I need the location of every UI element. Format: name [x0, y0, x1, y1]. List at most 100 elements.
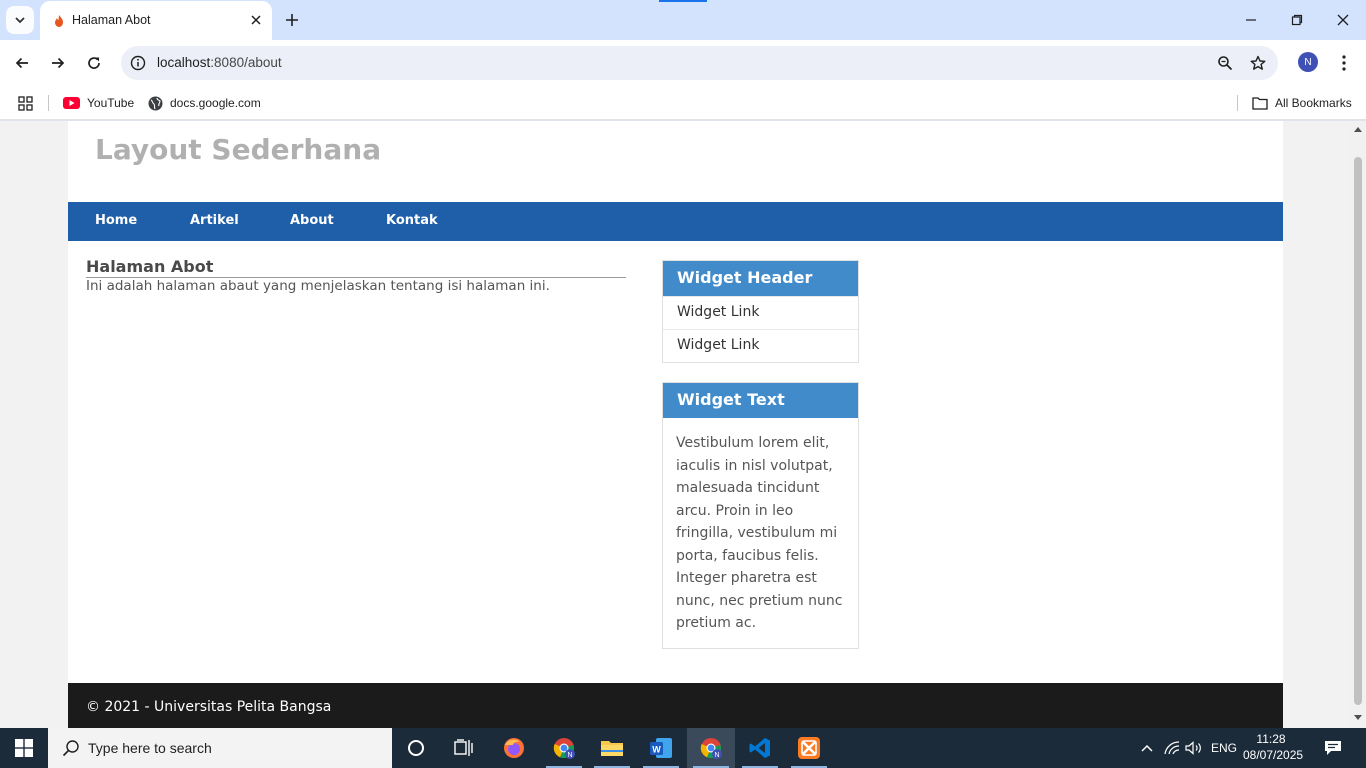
- clock-date: 08/07/2025: [1243, 748, 1304, 762]
- nav-artikel-link[interactable]: Artikel: [190, 213, 239, 228]
- task-view-button[interactable]: [440, 728, 488, 768]
- windows-taskbar: Type here to search N W N ENG 11:28 08/0…: [0, 728, 1366, 768]
- restore-button[interactable]: [1274, 0, 1320, 40]
- widget-links: Widget Header Widget Link Widget Link: [662, 260, 859, 363]
- arrow-left-icon: [15, 57, 28, 69]
- bookmarks-separator: [1237, 95, 1238, 111]
- notifications-button[interactable]: [1318, 728, 1348, 768]
- widget-text-body: Vestibulum lorem elit, iaculis in nisl v…: [676, 435, 843, 631]
- footer-text: © 2021 - Universitas Pelita Bangsa: [86, 699, 332, 715]
- bookmark-youtube[interactable]: YouTube: [63, 92, 134, 114]
- speaker-icon: [1185, 741, 1201, 755]
- clock-time: 11:28: [1256, 732, 1286, 746]
- back-button[interactable]: [9, 50, 35, 76]
- reload-icon: [88, 57, 100, 69]
- wifi-icon: [1164, 741, 1180, 755]
- svg-text:W: W: [652, 745, 661, 755]
- chrome-icon: N: [553, 738, 575, 759]
- browser-menu-button[interactable]: [1334, 52, 1354, 74]
- main-nav: Home Artikel About Kontak: [68, 202, 1283, 241]
- zoom-button[interactable]: [1215, 53, 1235, 73]
- widget-text-header: Widget Text: [663, 383, 858, 418]
- restore-icon: [1291, 14, 1303, 26]
- taskbar-clock[interactable]: 11:28 08/07/2025: [1243, 731, 1304, 763]
- taskbar-chrome-2[interactable]: N: [687, 728, 735, 768]
- taskbar-search-box[interactable]: Type here to search: [48, 728, 392, 768]
- url-path: :8080/about: [210, 55, 282, 70]
- minimize-button[interactable]: [1228, 0, 1274, 40]
- site-info-button[interactable]: [129, 54, 147, 72]
- widget-text: Widget Text Vestibulum lorem elit, iacul…: [662, 382, 859, 649]
- nav-about-link[interactable]: About: [290, 213, 334, 228]
- word-icon: W: [650, 738, 672, 758]
- taskbar-word[interactable]: W: [637, 728, 685, 768]
- chevron-down-icon: [15, 17, 25, 24]
- nav-kontak-link[interactable]: Kontak: [386, 213, 438, 228]
- profile-avatar[interactable]: N: [1298, 52, 1318, 72]
- all-bookmarks-label: All Bookmarks: [1275, 96, 1352, 110]
- bookmarks-separator: [48, 95, 49, 111]
- apps-button[interactable]: [18, 92, 33, 114]
- taskbar-xampp[interactable]: [785, 728, 833, 768]
- close-window-button[interactable]: [1320, 0, 1366, 40]
- address-bar[interactable]: localhost:8080/about: [121, 46, 1278, 80]
- taskbar-chrome-1[interactable]: N: [540, 728, 588, 768]
- network-button[interactable]: [1161, 728, 1183, 768]
- xampp-icon: [798, 737, 820, 759]
- plus-icon: [286, 14, 298, 26]
- scroll-down-arrow[interactable]: [1353, 714, 1363, 722]
- start-button[interactable]: [0, 728, 48, 768]
- site-title: Layout Sederhana: [95, 133, 382, 166]
- notification-icon: [1325, 741, 1341, 755]
- star-icon: [1250, 55, 1266, 70]
- page-heading: Halaman Abot: [86, 257, 626, 278]
- new-tab-button[interactable]: [282, 10, 302, 30]
- input-language-button[interactable]: ENG: [1207, 728, 1241, 768]
- cortana-button[interactable]: [392, 728, 440, 768]
- svg-text:N: N: [714, 752, 719, 759]
- main-content: Halaman Abot Ini adalah halaman abaut ya…: [86, 257, 626, 294]
- site-footer: © 2021 - Universitas Pelita Bangsa: [68, 683, 1283, 728]
- cortana-circle-icon: [408, 740, 424, 756]
- folder-icon: [1252, 97, 1268, 110]
- bookmark-docs-google[interactable]: docs.google.com: [148, 92, 261, 114]
- browser-tab-active[interactable]: Halaman Abot: [40, 1, 272, 40]
- arrow-right-icon: [52, 57, 65, 69]
- forward-button[interactable]: [45, 50, 71, 76]
- bookmarks-bar: YouTube docs.google.com All Bookmarks: [0, 86, 1366, 120]
- taskbar-firefox[interactable]: [490, 728, 538, 768]
- minimize-icon: [1246, 19, 1256, 21]
- taskbar-file-explorer[interactable]: [588, 728, 636, 768]
- taskbar-search-placeholder: Type here to search: [88, 740, 212, 756]
- page-scrollbar[interactable]: [1350, 121, 1366, 728]
- triangle-down-icon: [1354, 715, 1362, 720]
- close-icon: [1337, 14, 1349, 26]
- chrome-icon: N: [700, 738, 722, 759]
- bookmark-star-button[interactable]: [1248, 53, 1268, 73]
- site-header: Layout Sederhana: [68, 121, 1283, 202]
- widget-link-2[interactable]: Widget Link: [663, 329, 858, 362]
- volume-button[interactable]: [1183, 728, 1205, 768]
- taskbar-vscode[interactable]: [736, 728, 784, 768]
- reload-button[interactable]: [81, 50, 107, 76]
- tab-strip-indicator: [659, 0, 707, 2]
- tab-search-button[interactable]: [6, 6, 34, 34]
- globe-icon: [148, 96, 163, 110]
- tab-close-button[interactable]: [248, 12, 264, 28]
- browser-toolbar: localhost:8080/about N: [0, 40, 1366, 86]
- nav-home-link[interactable]: Home: [95, 213, 137, 228]
- more-vertical-icon: [1342, 55, 1346, 71]
- show-hidden-icons-button[interactable]: [1136, 728, 1158, 768]
- zoom-icon: [1218, 56, 1233, 71]
- search-icon: [62, 740, 79, 757]
- page-text: Ini adalah halaman abaut yang menjelaska…: [86, 278, 550, 294]
- page-viewport: Layout Sederhana Home Artikel About Kont…: [0, 121, 1350, 728]
- widget-link-1[interactable]: Widget Link: [663, 296, 858, 329]
- page-container: Layout Sederhana Home Artikel About Kont…: [68, 121, 1283, 728]
- scroll-up-arrow[interactable]: [1353, 125, 1363, 133]
- all-bookmarks-button[interactable]: All Bookmarks: [1252, 92, 1352, 114]
- info-icon: [130, 55, 146, 71]
- scrollbar-thumb[interactable]: [1354, 157, 1362, 705]
- task-view-icon: [454, 739, 473, 756]
- bookmark-label: docs.google.com: [170, 96, 261, 110]
